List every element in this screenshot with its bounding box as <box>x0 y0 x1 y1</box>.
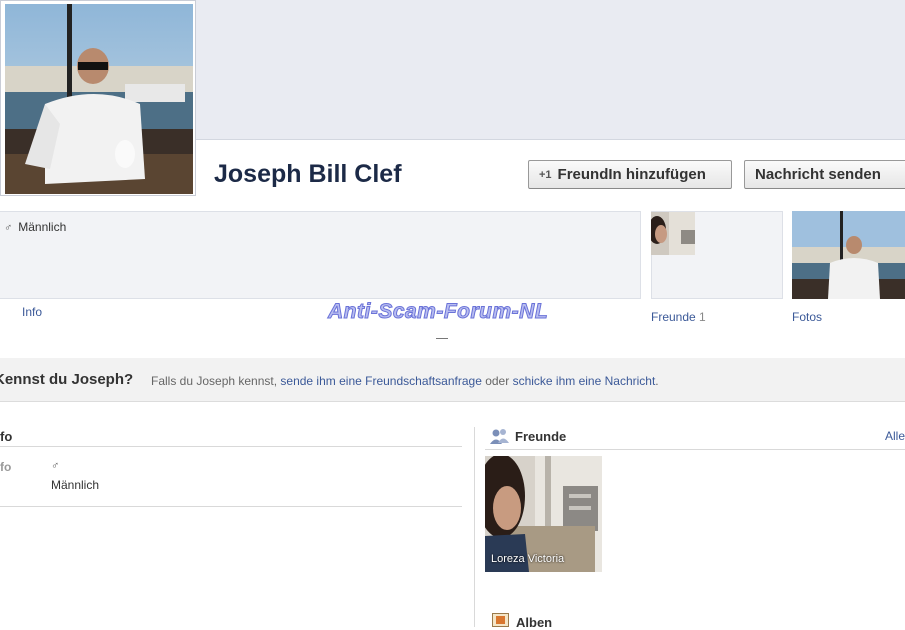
friends-section-title: Freunde <box>515 429 567 444</box>
info-row-divider <box>0 506 462 507</box>
know-text-before: Falls du Joseph kennst, <box>151 374 281 388</box>
add-friend-label: FreundIn hinzufügen <box>557 166 706 183</box>
friend-card[interactable]: Loreza Victoria <box>485 456 602 572</box>
tab-info[interactable]: Info <box>22 305 42 319</box>
send-message-label: Nachricht senden <box>755 166 881 183</box>
info-row-label: fo <box>0 460 12 474</box>
watermark-text: Anti-Scam-Forum-NL <box>327 300 549 324</box>
friends-icon <box>490 429 509 444</box>
tab-friends[interactable]: Freunde 1 <box>651 310 706 324</box>
friends-thumbnail[interactable] <box>651 212 695 255</box>
friends-count: 1 <box>699 310 706 324</box>
albums-icon <box>492 613 509 627</box>
profile-name: Joseph Bill Clef <box>214 160 402 188</box>
profile-picture[interactable] <box>0 0 196 196</box>
divider <box>436 338 448 339</box>
male-icon: ♂ <box>51 460 60 472</box>
send-message-link[interactable]: schicke ihm eine Nachricht <box>513 374 656 388</box>
albums-section-title: Alben <box>516 615 553 630</box>
add-friend-button[interactable]: +1 FreundIn hinzufügen <box>528 160 732 189</box>
all-friends-link[interactable]: Alle <box>885 429 905 443</box>
tab-friends-label: Freunde <box>651 310 696 324</box>
info-gender: ♂ Männlich <box>4 220 66 234</box>
send-friend-request-link[interactable]: sende ihm eine Freundschaftsanfrage <box>280 374 481 388</box>
add-friend-icon: +1 <box>539 169 552 181</box>
profile-photo-image <box>5 4 193 194</box>
column-divider <box>474 427 475 627</box>
info-gender-value: Männlich <box>51 478 100 492</box>
know-text-after: . <box>655 374 659 388</box>
info-tab-box[interactable] <box>0 211 641 299</box>
know-title: Kennst du Joseph? <box>0 371 134 388</box>
send-message-button[interactable]: Nachricht senden <box>744 160 905 189</box>
photos-thumbnail[interactable] <box>792 211 905 299</box>
know-text: Falls du Joseph kennst, sende ihm eine F… <box>151 374 659 388</box>
know-text-middle: oder <box>481 374 513 388</box>
friends-divider <box>485 449 905 450</box>
gender-text: Männlich <box>18 220 67 234</box>
tab-photos[interactable]: Fotos <box>792 310 822 324</box>
male-icon: ♂ <box>4 222 13 234</box>
friend-name: Loreza Victoria <box>491 553 565 565</box>
info-section-title: fo <box>0 429 13 444</box>
info-divider <box>0 446 462 447</box>
